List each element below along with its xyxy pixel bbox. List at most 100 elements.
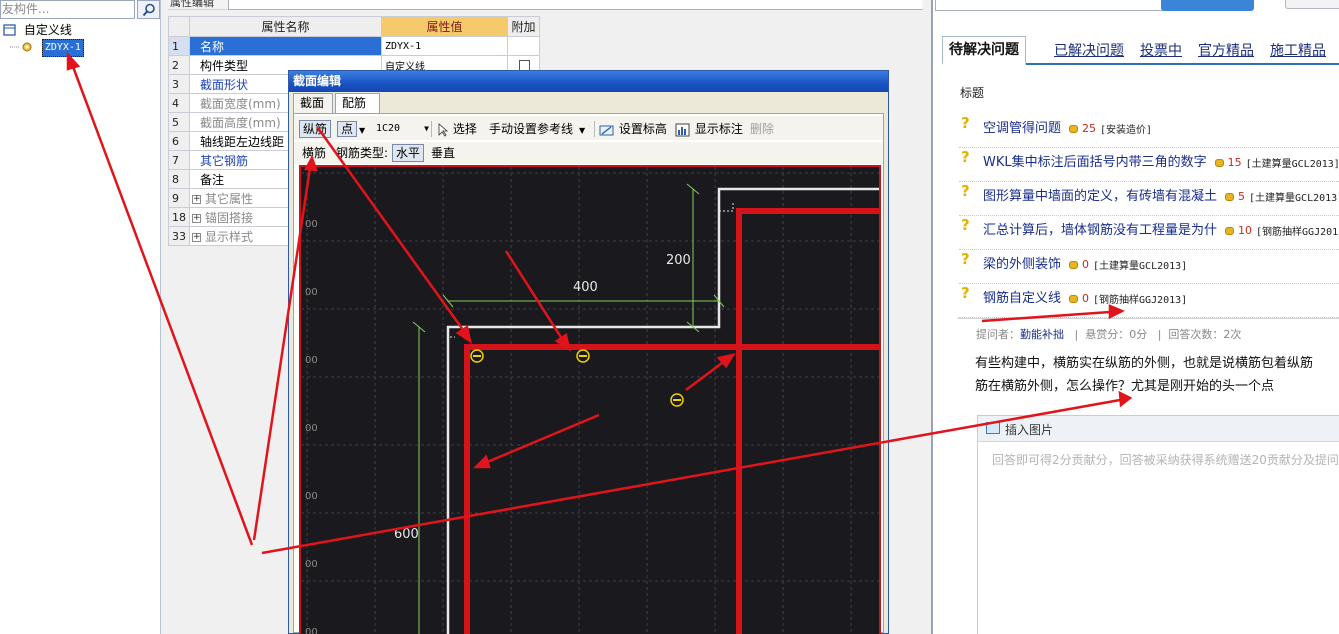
property-name-text: 锚固搭接 [205,210,254,225]
question-item[interactable]: ? 梁的外侧装饰 0 [土建算量GCL2013] [959,250,1339,284]
row-number: 33 [168,226,190,246]
cursor-icon [438,122,449,137]
manual-ref-line-dropdown[interactable]: 手动设置参考线 ▼ [489,120,585,138]
qa-search-input[interactable] [935,0,1163,11]
component-tree-panel: 友构件... 自定义线 ZDYX-1 [0,0,161,634]
expand-icon[interactable]: + [192,232,201,242]
row-number: 2 [168,55,190,75]
vertical-option[interactable]: 垂直 [431,144,455,162]
rebar-type-label: 钢筋类型: [336,146,389,160]
question-title[interactable]: WKL集中标注后面括号内带三角的数字 [983,155,1207,170]
tab-construction-picks[interactable]: 施工精品 [1270,39,1326,65]
axis-tick-label: 00 [305,355,318,366]
column-header-value: 属性值 [381,16,508,37]
question-title[interactable]: 汇总计算后，墙体钢筋没有工程量是为什 [983,223,1217,238]
property-row[interactable]: 1 名称 ZDYX-1 [168,36,540,56]
manual-ref-line-label: 手动设置参考线 [489,122,574,136]
asker-link[interactable]: 勤能补拙 [1020,328,1064,341]
question-item[interactable]: ? 钢筋自定义线 0 [钢筋抽样GGJ2013] [959,284,1339,318]
qa-meta: 提问者：勤能补拙 | 悬赏分：0分 | 回答次数：2次 [976,328,1242,341]
rebar-spec-select[interactable]: 1C20 ▼ [376,120,429,138]
image-icon [986,422,1000,434]
search-button[interactable] [137,0,160,19]
section-edit-dialog: 截面编辑 截面 配筋 纵筋 点▼ 1C20▼ 选择 手动设置参考线▼ 设置 [288,70,889,634]
select-tool-button[interactable]: 选择 [437,120,477,138]
question-body-line: 筋在横筋外侧，怎么操作？尤其是刚开始的头一个点 [975,379,1275,394]
tab-pending[interactable]: 待解决问题 [942,36,1026,65]
dimension-600: 600 [394,527,419,542]
question-icon: ? [961,284,970,302]
component-search-input[interactable]: 友构件... [0,0,135,19]
property-name-text: 备注 [200,172,225,187]
question-item[interactable]: ? WKL集中标注后面括号内带三角的数字 15 [土建算量GCL2013] [959,148,1339,182]
elevation-icon [599,125,614,135]
question-score: 0 [1082,258,1090,271]
row-number: 6 [168,131,190,151]
asker-label: 提问者： [976,328,1020,341]
property-name: 名称 [189,36,382,56]
question-item[interactable]: ? 空调管得问题 25 [安装造价] [959,114,1339,148]
question-score: 5 [1238,190,1246,203]
question-title-line: 图形算量中墙面的定义，有砖墙有混凝土 5 [土建算量GCL2013] [983,185,1339,204]
show-annotation-button[interactable]: 显示标注 [675,120,743,138]
stirrup-button[interactable]: 横筋 [302,144,326,162]
question-title-line: 空调管得问题 25 [安装造价] [983,117,1152,136]
question-item[interactable]: ? 汇总计算后，墙体钢筋没有工程量是为什 10[钢筋抽样GGJ2013] [959,216,1339,250]
question-tag: [土建算量GCL2013] [1245,159,1339,170]
row-number: 3 [168,74,190,94]
delete-button[interactable]: 删除 [750,120,774,138]
set-elevation-button[interactable]: 设置标高 [599,120,667,138]
axis-tick-label: 00 [305,559,318,570]
axis-tick-label: 00 [305,491,318,502]
tab-solved[interactable]: 已解决问题 [1054,39,1124,65]
qa-search-button[interactable] [1161,0,1254,11]
coin-icon [1225,226,1235,235]
question-title[interactable]: 空调管得问题 [983,121,1061,136]
question-icon: ? [961,148,970,166]
coin-icon [1069,294,1079,303]
insert-image-button[interactable]: 插入图片 [1005,421,1053,438]
tree-folder-icon [3,24,16,36]
property-name-text: 构件类型 [200,58,249,73]
section-drawing-canvas[interactable]: 00 00 00 00 00 00 00 400 200 600 [299,165,881,634]
property-name-text: 其它钢筋 [200,153,249,168]
tab-voting[interactable]: 投票中 [1140,39,1182,65]
property-value[interactable]: ZDYX-1 [381,36,508,56]
coin-icon [1069,124,1079,133]
row-number: 8 [168,169,190,189]
question-tag: [安装造价] [1100,125,1153,136]
axis-tick-label: 00 [305,627,318,634]
column-header-name: 属性名称 [189,16,382,37]
tree-node-zdyx-1[interactable]: ZDYX-1 [10,39,84,57]
tab-rebar[interactable]: 配筋 [335,93,380,114]
question-title-line: 梁的外侧装饰 0 [土建算量GCL2013] [983,253,1187,272]
tree-node-label: 自定义线 [23,23,72,37]
qa-top-button[interactable] [1285,0,1339,9]
expand-icon[interactable]: + [192,194,201,204]
tree-node-custom-line[interactable]: 自定义线 [3,22,72,38]
answer-editor[interactable]: 插入图片 回答即可得2分贡献分，回答被采纳获得系统赠送20贡献分及提问者 [977,415,1339,634]
question-tag: [土建算量GCL2013] [1093,261,1188,272]
chevron-down-icon: ▼ [424,124,429,133]
dialog-title[interactable]: 截面编辑 [289,71,888,92]
gear-icon [10,42,32,52]
tab-official-picks[interactable]: 官方精品 [1198,39,1254,65]
search-icon [142,3,155,17]
question-title[interactable]: 图形算量中墙面的定义，有砖墙有混凝土 [983,189,1217,204]
question-title[interactable]: 钢筋自定义线 [983,291,1061,306]
longitudinal-rebar-button[interactable]: 纵筋 [299,120,332,138]
question-item[interactable]: ? 图形算量中墙面的定义，有砖墙有混凝土 5 [土建算量GCL2013] [959,182,1339,216]
point-mode-dropdown[interactable]: 点 ▼ [337,120,365,138]
expand-icon[interactable]: + [192,213,201,223]
tab-section[interactable]: 截面 [293,93,333,113]
property-name-text: 截面高度(mm) [200,115,281,130]
chevron-down-icon: ▼ [359,126,366,135]
property-top-field[interactable] [228,0,922,10]
dimension-lines [412,183,725,634]
horizontal-option[interactable]: 水平 [392,144,425,162]
question-score: 0 [1082,292,1090,305]
row-number: 9 [168,188,190,208]
property-name-text: 轴线距左边线距 [200,134,285,149]
question-title[interactable]: 梁的外侧装饰 [983,257,1061,272]
question-tag: [土建算量GCL2013] [1249,193,1339,204]
